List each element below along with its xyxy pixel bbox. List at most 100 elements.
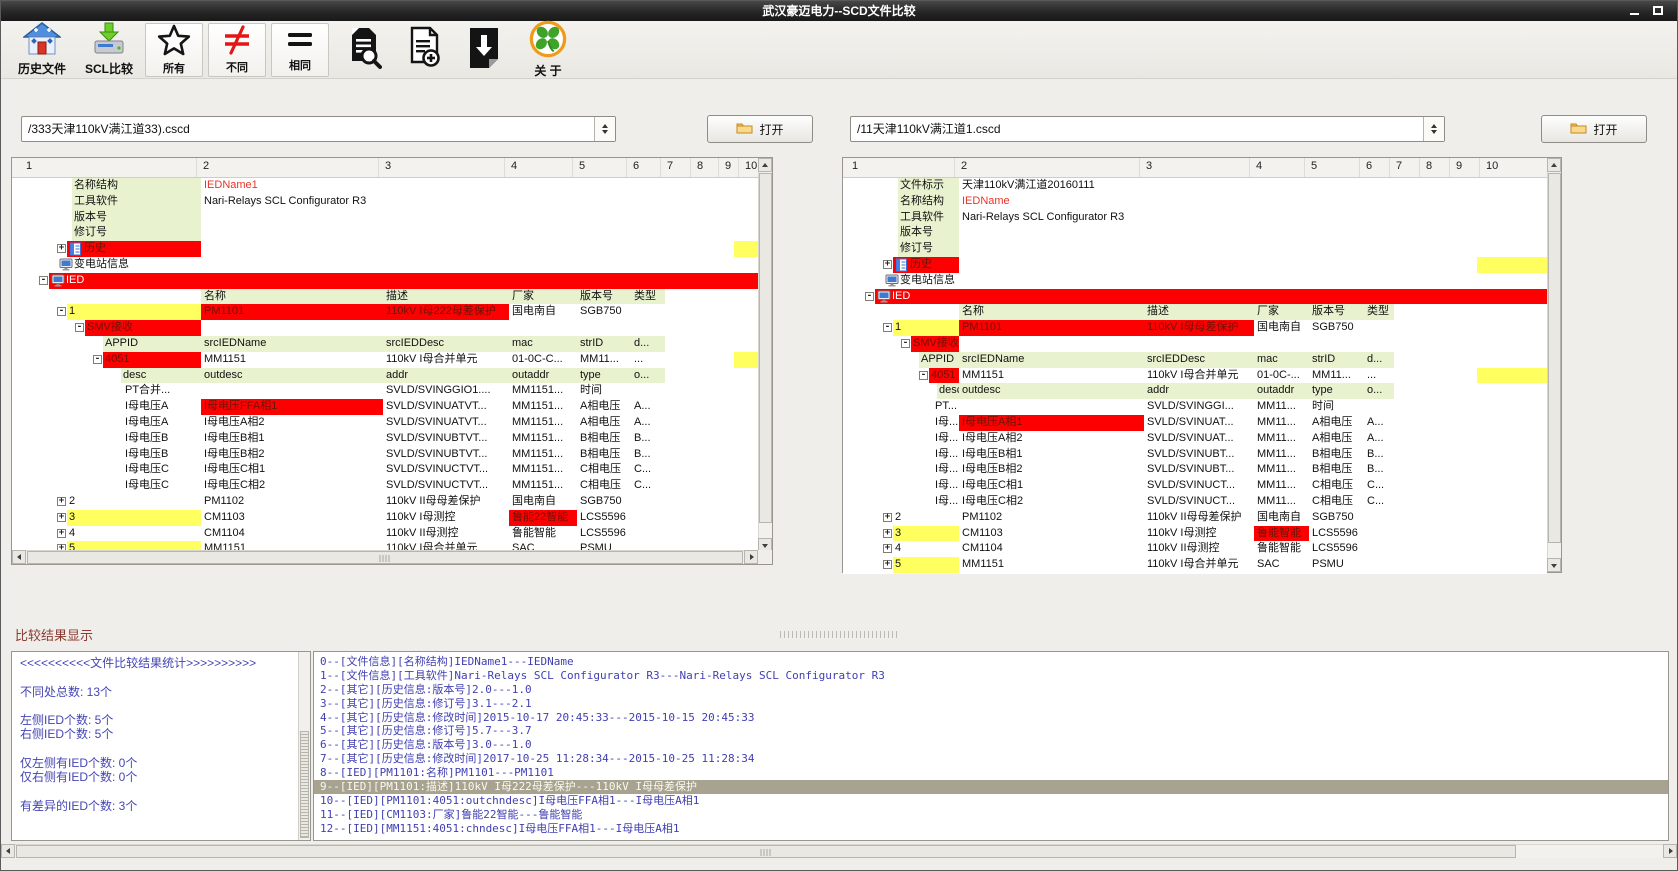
combobox-spinner-icon[interactable] (1423, 117, 1444, 141)
tree-row[interactable]: 1-PM1101110kV I母母差保护国电南自SGB750 (843, 320, 1547, 336)
right-file-tree[interactable]: 12345678910 文件标示天津110kV满江道20160111名称结构IE… (842, 157, 1562, 573)
expander-expanded[interactable]: - (57, 307, 66, 316)
tree-row[interactable]: PT...SVLD/SVINGGI...MM11...时间 (843, 399, 1547, 415)
tree-row[interactable]: 名称结构IEDName1 (12, 178, 759, 194)
tree-row[interactable]: 名称结构IEDName (843, 194, 1547, 210)
column-header[interactable]: 6 (633, 160, 639, 172)
scroll-left-icon[interactable] (12, 550, 26, 564)
right-file-combobox[interactable]: /11天津110kV满江道1.cscd (850, 116, 1445, 142)
tree-row[interactable]: 版本号 (12, 210, 759, 226)
filter-different-button[interactable]: 不同 (208, 23, 266, 77)
expander-expanded[interactable]: - (865, 292, 874, 301)
search-report-button[interactable] (334, 22, 390, 78)
tree-row[interactable]: 变电站信息 (12, 257, 759, 273)
bottom-horizontal-scrollbar[interactable] (1, 844, 1677, 858)
column-header[interactable]: 9 (725, 160, 731, 172)
column-header[interactable]: 1 (26, 160, 32, 172)
tree-row[interactable]: I母电压CI母电压C相2SVLD/SVINUCTVT...MM1151...C相… (12, 478, 759, 494)
tree-row[interactable]: I母...I母电压B相2SVLD/SVINUBT...MM11...B相电压B.… (843, 462, 1547, 478)
left-tree-body[interactable]: 名称结构IEDName1工具软件Nari-Relays SCL Configur… (12, 178, 759, 552)
tree-row[interactable]: 文件标示天津110kV满江道20160111 (843, 178, 1547, 194)
scroll-right-icon[interactable] (1663, 844, 1677, 858)
expander-collapsed[interactable]: + (883, 260, 892, 269)
tree-row[interactable]: 版本号 (843, 225, 1547, 241)
splitter-grip[interactable] (780, 631, 900, 638)
expander-collapsed[interactable]: + (57, 244, 66, 253)
history-files-button[interactable]: 历史文件 (11, 22, 73, 78)
tree-row[interactable]: 修订号 (12, 225, 759, 241)
tree-row[interactable]: 4+CM1104110kV II母测控鲁能智能LCS5596 (12, 526, 759, 542)
result-line[interactable]: 6--[其它][历史信息:版本号]3.0---1.0 (314, 738, 1668, 752)
scrollbar-thumb[interactable] (1548, 173, 1561, 543)
expander-collapsed[interactable]: + (883, 529, 892, 538)
tree-row[interactable]: IED- (12, 273, 759, 289)
scrollbar-thumb[interactable] (759, 173, 772, 523)
column-header[interactable]: 1 (852, 160, 858, 172)
column-header[interactable]: 9 (1456, 160, 1462, 172)
column-header[interactable]: 7 (667, 160, 673, 172)
tree-row[interactable]: 3+CM1103110kV I母测控鲁能22智能LCS5596 (12, 510, 759, 526)
combobox-spinner-icon[interactable] (594, 117, 615, 141)
scroll-right-icon[interactable] (744, 550, 758, 564)
tree-row[interactable]: I母电压AI母电压A相2SVLD/SVINUATVT...MM1151...A相… (12, 415, 759, 431)
result-line[interactable]: 8--[IED][PM1101:名称]PM1101---PM1101 (314, 766, 1668, 780)
expander-collapsed[interactable]: + (57, 529, 66, 538)
column-header[interactable]: 5 (579, 160, 585, 172)
result-line[interactable]: 9--[IED][PM1101:描述]110kV I母222母差保护---110… (314, 780, 1668, 794)
left-tree-vertical-scrollbar[interactable] (758, 158, 772, 552)
tree-row[interactable]: 修订号 (843, 241, 1547, 257)
tree-row[interactable]: IED- (843, 289, 1547, 305)
right-open-button[interactable]: 打开 (1541, 115, 1647, 143)
tree-row[interactable]: descoutdescaddroutaddrtypeo... (843, 383, 1547, 399)
scrollbar-thumb[interactable] (300, 731, 309, 838)
scroll-down-icon[interactable] (1547, 558, 1561, 572)
tree-row[interactable]: 4051-MM1151110kV I母合并单元01-0C-C...MM11...… (12, 352, 759, 368)
result-line[interactable]: 10--[IED][PM1101:4051:outchndesc]I母电压FFA… (314, 794, 1668, 808)
tree-row[interactable]: 5+MM1151110kV I母合并单元SACPSMU (843, 557, 1547, 573)
expander-collapsed[interactable]: + (883, 544, 892, 553)
expander-expanded[interactable]: - (93, 355, 102, 364)
expander-expanded[interactable]: - (901, 339, 910, 348)
right-tree-vertical-scrollbar[interactable] (1547, 158, 1561, 572)
tree-row[interactable]: PT合并...SVLD/SVINGGIO1....MM1151...时间 (12, 383, 759, 399)
expander-expanded[interactable]: - (883, 323, 892, 332)
column-header[interactable]: 3 (385, 160, 391, 172)
column-header[interactable]: 10 (745, 160, 757, 172)
tree-row[interactable]: 名称描述厂家版本号类型 (12, 289, 759, 305)
scl-compare-button[interactable]: SCL比较 (78, 22, 140, 78)
result-line[interactable]: 11--[IED][CM1103:厂家]鲁能22智能---鲁能智能 (314, 808, 1668, 822)
tree-row[interactable]: 3+CM1103110kV I母测控鲁能智能LCS5596 (843, 526, 1547, 542)
column-header[interactable]: 4 (1256, 160, 1262, 172)
expander-collapsed[interactable]: + (57, 497, 66, 506)
left-open-button[interactable]: 打开 (707, 115, 813, 143)
scrollbar-thumb[interactable] (27, 551, 743, 564)
about-button[interactable]: 关 于 (517, 22, 579, 78)
tree-row[interactable]: I母电压BI母电压B相1SVLD/SVINUBTVT...MM1151...B相… (12, 431, 759, 447)
column-header[interactable]: 10 (1486, 160, 1498, 172)
scroll-left-icon[interactable] (1, 844, 15, 858)
left-tree-horizontal-scrollbar[interactable] (12, 550, 758, 564)
right-tree-body[interactable]: 文件标示天津110kV满江道20160111名称结构IEDName工具软件Nar… (843, 178, 1547, 574)
tree-row[interactable]: 工具软件Nari-Relays SCL Configurator R3 (12, 194, 759, 210)
result-line[interactable]: 12--[IED][MM1151:4051:chndesc]I母电压FFA相1-… (314, 822, 1668, 836)
tree-row[interactable]: SMV接收- (843, 336, 1547, 352)
tree-row[interactable]: APPIDsrcIEDNamesrcIEDDescmacstrIDd... (843, 352, 1547, 368)
result-line[interactable]: 4--[其它][历史信息:修改时间]2015-10-17 20:45:33---… (314, 711, 1668, 725)
tree-row[interactable]: I母电压BI母电压B相2SVLD/SVINUBTVT...MM1151...B相… (12, 447, 759, 463)
tree-row[interactable]: SMV接收- (12, 320, 759, 336)
result-line[interactable]: 0--[文件信息][名称结构]IEDName1---IEDName (314, 655, 1668, 669)
tree-row[interactable]: 4+CM1104110kV II母测控鲁能智能LCS5596 (843, 541, 1547, 557)
tree-row[interactable]: 历史+ (843, 257, 1547, 273)
tree-row[interactable]: 历史+ (12, 241, 759, 257)
left-file-tree[interactable]: 12345678910 名称结构IEDName1工具软件Nari-Relays … (11, 157, 773, 565)
column-header[interactable]: 8 (1426, 160, 1432, 172)
expander-collapsed[interactable]: + (57, 513, 66, 522)
column-header[interactable]: 5 (1311, 160, 1317, 172)
column-header[interactable]: 4 (511, 160, 517, 172)
tree-row[interactable]: 2+PM1102110kV II母母差保护国电南自SGB750 (12, 494, 759, 510)
scroll-up-icon[interactable] (758, 158, 772, 172)
tree-row[interactable]: descoutdescaddroutaddrtypeo... (12, 368, 759, 384)
result-line[interactable]: 3--[其它][历史信息:修订号]3.1---2.1 (314, 697, 1668, 711)
expander-expanded[interactable]: - (39, 276, 48, 285)
add-report-button[interactable] (395, 22, 451, 78)
